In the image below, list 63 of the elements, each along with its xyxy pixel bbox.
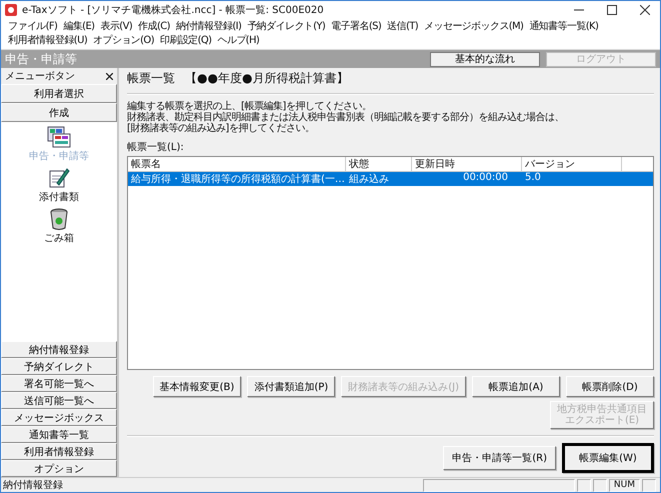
close-icon[interactable] xyxy=(106,72,113,80)
menu-item[interactable]: 電子署名(S) xyxy=(328,20,384,34)
table-cell-text: 5.0 xyxy=(524,172,542,185)
column-header[interactable]: 帳票名 xyxy=(128,157,346,171)
menu-item[interactable]: 予納ダイレクト(Y) xyxy=(244,20,328,34)
sidebar-button[interactable]: 通知書等一覧 xyxy=(1,426,117,443)
sidebar-button[interactable]: 作成 xyxy=(1,103,117,122)
menu-item[interactable]: 作成(C) xyxy=(135,20,173,34)
sidebar-button[interactable]: 納付情報登録 xyxy=(1,341,117,358)
app-logo-icon xyxy=(5,4,17,16)
action-button[interactable]: 帳票追加(A) xyxy=(472,376,560,397)
instruction-line: [財務諸表等の組み込み]を押してください。 xyxy=(127,123,316,134)
menu-item[interactable]: 送信(T) xyxy=(384,20,422,34)
list-label: 帳票一覧(L): xyxy=(127,141,185,154)
table-row[interactable]: 給与所得・退職所得等の所得税額の計算書(一… 組み込み 00:00:00 5.0 xyxy=(128,172,653,186)
sidebar-button[interactable]: 署名可能一覧へ xyxy=(1,375,117,392)
footer-button[interactable]: 帳票編集(W) xyxy=(562,443,654,473)
table-cell-text: 00:00:00 xyxy=(462,172,509,185)
footer-button[interactable]: 申告・申請等一覧(R) xyxy=(443,446,556,470)
instruction-line: 財務諸表、勘定科目内訳明細書または法人税申告書別表（明細記載を要する部分）を組み込む場合は、 xyxy=(127,112,565,123)
document-pen-icon[interactable] xyxy=(48,167,70,189)
menu-item[interactable]: ファイル(F) xyxy=(5,20,60,34)
sidebar-button[interactable]: 予納ダイレクト xyxy=(1,358,117,375)
action-button[interactable]: 添付書類追加(P) xyxy=(247,376,336,397)
status-panel xyxy=(642,478,656,492)
menu-item[interactable]: 利用者情報登録(U) xyxy=(5,34,90,48)
menu-item[interactable]: 通知書等一覧(K) xyxy=(526,20,602,34)
tool-label[interactable]: 添付書類 xyxy=(39,190,79,204)
menu-item[interactable]: 編集(E) xyxy=(60,20,98,34)
status-message: 納付情報登録 xyxy=(3,478,63,492)
sidebar-title: メニューボタン xyxy=(5,70,75,83)
column-header[interactable]: バージョン xyxy=(522,157,622,171)
menu-item[interactable]: ヘルプ(H) xyxy=(214,34,262,48)
menu-item[interactable]: メッセージボックス(M) xyxy=(421,20,526,34)
instruction-line: 編集する帳票を選択の上、[帳票編集]を押してください。 xyxy=(127,101,372,112)
status-panel xyxy=(592,478,607,492)
status-indicator: NUM xyxy=(608,478,640,492)
menu-item[interactable]: 納付情報登録(I) xyxy=(172,20,244,34)
header-button[interactable]: 基本的な流れ xyxy=(430,52,540,66)
forms-icon[interactable] xyxy=(47,126,71,148)
table-cell-text: 組み込み xyxy=(348,172,390,186)
column-header[interactable]: 更新日時 xyxy=(412,157,522,171)
window-title: e-Taxソフト - [ソリマチ電機株式会社.ncc] - 帳票一覧: SC00E020 xyxy=(22,4,324,17)
close-icon[interactable] xyxy=(640,5,650,15)
trash-bin-icon[interactable] xyxy=(50,208,68,230)
maximize-icon[interactable] xyxy=(607,5,617,15)
table-cell-text: 給与所得・退職所得等の所得税額の計算書(一… xyxy=(130,172,346,186)
sidebar-button[interactable]: オプション xyxy=(1,460,117,477)
page-title: 帳票一覧 xyxy=(127,70,175,87)
action-button[interactable]: 帳票削除(D) xyxy=(566,376,654,397)
status-panel xyxy=(576,478,591,492)
action-button[interactable]: 基本情報変更(B) xyxy=(152,376,242,397)
sidebar-button[interactable]: 利用者情報登録 xyxy=(1,443,117,460)
sidebar-button[interactable]: メッセージボックス xyxy=(1,409,117,426)
menu-item[interactable]: 表示(V) xyxy=(97,20,136,34)
sidebar-button[interactable]: 利用者選択 xyxy=(1,84,117,103)
column-header[interactable]: 状態 xyxy=(346,157,412,171)
menu-item[interactable]: オプション(O) xyxy=(90,34,157,48)
menu-item[interactable]: 印刷設定(Q) xyxy=(157,34,214,48)
tool-label[interactable]: ごみ箱 xyxy=(44,231,74,245)
section-title: 申告・申請等 xyxy=(5,50,77,68)
sidebar-button[interactable]: 送信可能一覧へ xyxy=(1,392,117,409)
page-subtitle: 【●●年度●月所得税計算書】 xyxy=(185,70,348,87)
